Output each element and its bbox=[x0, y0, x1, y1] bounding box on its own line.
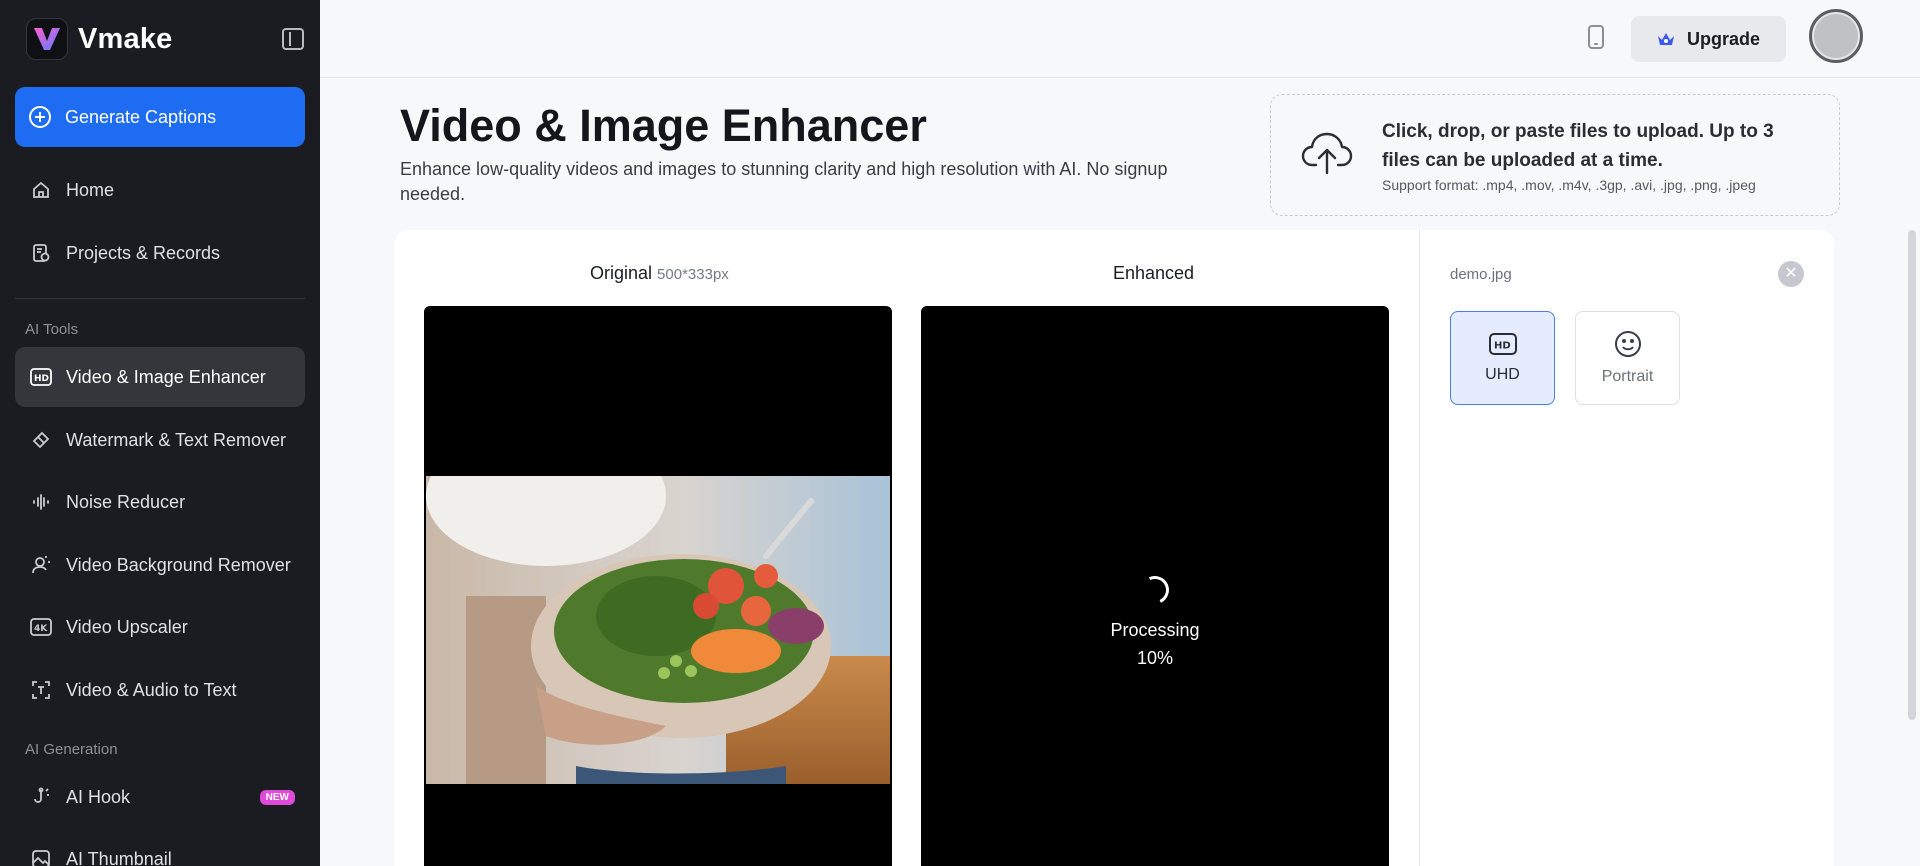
new-badge: NEW bbox=[259, 789, 295, 805]
sidebar: Vmake Generate Captions Home Projects & … bbox=[0, 0, 320, 866]
sidebar-item-label: Projects & Records bbox=[66, 242, 221, 263]
sidebar-item-home[interactable]: Home bbox=[15, 160, 305, 220]
sidebar-collapse-icon[interactable] bbox=[282, 28, 304, 50]
file-name: demo.jpg bbox=[1450, 266, 1512, 283]
hook-icon bbox=[30, 786, 52, 808]
sidebar-item-watermark-remover[interactable]: Watermark & Text Remover bbox=[15, 410, 305, 470]
svg-text:HD: HD bbox=[34, 374, 49, 384]
sidebar-item-label: Noise Reducer bbox=[66, 491, 186, 512]
plus-circle-icon bbox=[29, 106, 51, 128]
cloud-upload-icon bbox=[1301, 132, 1353, 175]
sidebar-item-ai-hook[interactable]: AI Hook NEW bbox=[15, 767, 305, 827]
upload-title: Click, drop, or paste files to upload. U… bbox=[1382, 121, 1774, 171]
sidebar-item-label: Video Background Remover bbox=[66, 554, 291, 575]
waveform-icon bbox=[30, 491, 52, 513]
page-title: Video & Image Enhancer bbox=[400, 100, 927, 151]
sidebar-item-video-image-enhancer[interactable]: HD Video & Image Enhancer bbox=[15, 347, 305, 407]
sidebar-item-video-background-remover[interactable]: Video Background Remover bbox=[15, 535, 305, 595]
original-preview bbox=[424, 306, 892, 866]
processing-progress: 10% bbox=[1136, 648, 1174, 668]
sidebar-item-ai-thumbnail[interactable]: AI Thumbnail bbox=[15, 829, 305, 866]
loading-spinner-icon bbox=[1137, 572, 1173, 608]
original-label: Original 500*333px bbox=[590, 263, 729, 284]
person-cutout-icon bbox=[30, 554, 52, 576]
sidebar-item-label: Video Upscaler bbox=[66, 616, 188, 637]
sidebar-item-video-upscaler[interactable]: 4K Video Upscaler bbox=[15, 597, 305, 657]
scrollbar[interactable] bbox=[1908, 230, 1916, 720]
mode-portrait-button[interactable]: Portrait bbox=[1575, 311, 1680, 405]
sidebar-item-label: Video & Audio to Text bbox=[66, 679, 237, 700]
section-ai-generation: AI Generation bbox=[25, 741, 118, 758]
smiley-icon bbox=[1614, 331, 1641, 357]
sidebar-item-label: Home bbox=[66, 179, 115, 200]
sidebar-item-label: AI Thumbnail bbox=[66, 848, 172, 866]
mode-uhd-button[interactable]: HD UHD bbox=[1450, 311, 1555, 405]
sidebar-item-video-audio-to-text[interactable]: Video & Audio to Text bbox=[15, 660, 305, 720]
svg-text:HD: HD bbox=[1494, 341, 1511, 352]
food-bowl-photo bbox=[426, 476, 890, 784]
svg-text:4K: 4K bbox=[34, 624, 48, 634]
sidebar-item-label: Video & Image Enhancer bbox=[66, 366, 266, 387]
processing-status: Processing 10% bbox=[921, 572, 1389, 672]
4k-icon: 4K bbox=[30, 616, 52, 638]
sidebar-item-noise-reducer[interactable]: Noise Reducer bbox=[15, 472, 305, 532]
sidebar-item-label: AI Hook bbox=[66, 786, 131, 807]
close-icon[interactable]: ✕ bbox=[1778, 261, 1804, 287]
upgrade-button[interactable]: Upgrade bbox=[1631, 16, 1786, 62]
sidebar-divider bbox=[15, 298, 305, 299]
processing-label: Processing bbox=[1110, 620, 1200, 640]
enhanced-label: Enhanced bbox=[1113, 263, 1195, 283]
enhanced-preview: Processing 10% bbox=[921, 306, 1389, 866]
home-icon bbox=[30, 179, 52, 201]
app-name: Vmake bbox=[78, 22, 173, 55]
image-icon bbox=[30, 848, 52, 866]
upload-dropzone[interactable]: Click, drop, or paste files to upload. U… bbox=[1270, 94, 1840, 216]
mobile-phone-icon[interactable] bbox=[1588, 25, 1604, 49]
sidebar-item-label: Watermark & Text Remover bbox=[66, 429, 287, 450]
projects-icon bbox=[30, 242, 52, 264]
section-ai-tools: AI Tools bbox=[25, 321, 79, 338]
upload-formats: Support format: .mp4, .mov, .m4v, .3gp, … bbox=[1382, 177, 1756, 193]
hd-icon: HD bbox=[30, 366, 52, 388]
brand[interactable]: Vmake bbox=[26, 18, 173, 60]
generate-captions-label: Generate Captions bbox=[65, 106, 217, 127]
page-subtitle: Enhance low-quality videos and images to… bbox=[400, 159, 1168, 204]
sidebar-item-projects[interactable]: Projects & Records bbox=[15, 223, 305, 283]
hd-badge-icon: HD bbox=[1488, 333, 1517, 355]
editor-panel: Original 500*333px Enhanced Processing 1… bbox=[394, 230, 1834, 866]
vmake-logo-icon bbox=[26, 18, 68, 60]
mode-uhd-label: UHD bbox=[1485, 366, 1520, 383]
original-dimensions: 500*333px bbox=[657, 266, 729, 283]
top-bar: Upgrade bbox=[320, 0, 1920, 78]
text-frame-icon bbox=[30, 679, 52, 701]
original-label-text: Original bbox=[590, 263, 653, 283]
eraser-icon bbox=[30, 429, 52, 451]
upgrade-label: Upgrade bbox=[1686, 28, 1760, 49]
crown-icon bbox=[1657, 33, 1674, 45]
panel-divider bbox=[1419, 230, 1420, 866]
mode-portrait-label: Portrait bbox=[1601, 368, 1654, 385]
generate-captions-button[interactable]: Generate Captions bbox=[15, 87, 305, 147]
avatar[interactable] bbox=[1809, 9, 1863, 63]
